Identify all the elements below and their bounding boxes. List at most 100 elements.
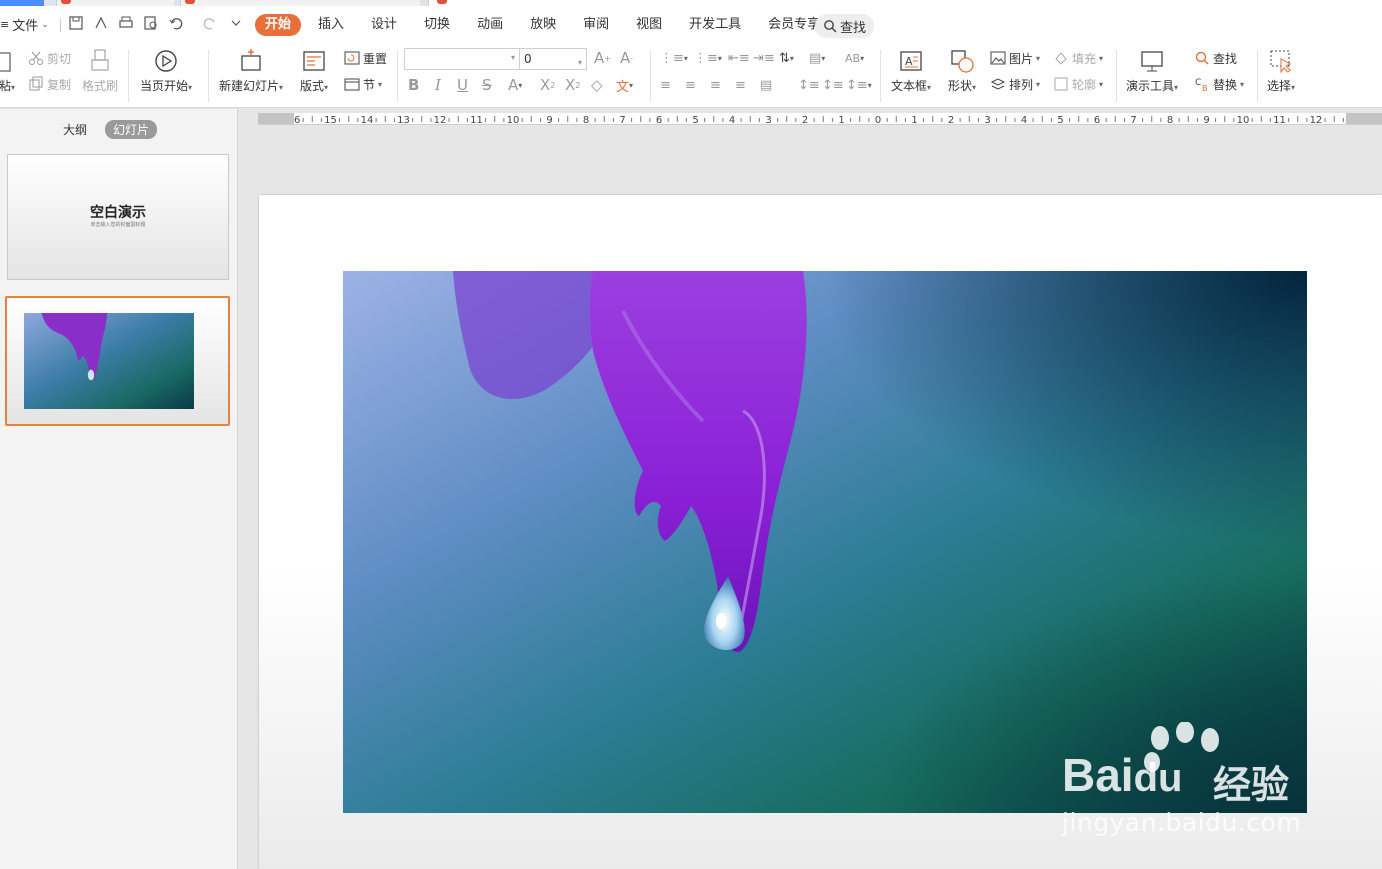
ruler-label: 15 <box>324 115 337 125</box>
italic-icon[interactable]: I <box>435 75 441 95</box>
chevron-down-icon: ⌄ <box>41 19 49 30</box>
ruler-label: 0 <box>875 115 881 125</box>
numbered-list-icon[interactable]: ⋮≡ ▾ <box>694 48 722 68</box>
tab-insert[interactable]: 插入 <box>308 14 354 36</box>
cut-button[interactable]: 剪切 <box>28 48 71 68</box>
tab-developer[interactable]: 开发工具 <box>679 14 751 36</box>
new-slide-button[interactable]: 新建幻灯片▾ <box>219 48 283 94</box>
line-spacing-icon[interactable]: ↕≡ <box>798 75 820 95</box>
decrease-indent-icon[interactable]: ⇤≡ <box>728 48 750 68</box>
sort-icon[interactable]: ⇅ ▾ <box>779 48 794 68</box>
slide-thumbnail-1[interactable]: 空白演示 单击输入您的封面副标题 <box>7 154 229 280</box>
play-icon <box>155 50 177 72</box>
play-from-current-button[interactable]: 当页开始▾ <box>140 48 192 94</box>
fill-label: 填充 <box>1072 51 1097 66</box>
shape-button[interactable]: 形状▾ <box>948 48 976 94</box>
save-icon[interactable] <box>68 15 84 31</box>
tab-animations[interactable]: 动画 <box>467 14 513 36</box>
tab-start[interactable]: 开始 <box>255 14 302 36</box>
layout-button[interactable]: 版式▾ <box>300 48 328 94</box>
outline-button[interactable]: 轮廓 ▾ <box>1053 74 1103 94</box>
spacing-options-icon[interactable]: ↕≡ ▾ <box>846 75 872 95</box>
find-button[interactable]: 查找 <box>1194 48 1237 68</box>
shape-label: 形状 <box>948 79 973 93</box>
clear-format-icon[interactable]: ◇ <box>591 75 603 95</box>
slide-thumbnail-2[interactable] <box>5 296 230 426</box>
tab-transitions[interactable]: 切换 <box>414 14 460 36</box>
file-menu[interactable]: ≡ 文件 ⌄ <box>0 15 49 34</box>
bold-icon[interactable]: B <box>408 75 419 95</box>
distributed-icon[interactable]: ▤ <box>760 75 772 95</box>
paragraph-spacing-icon[interactable]: ↕≡ <box>822 75 844 95</box>
ruler-label: 1 <box>838 115 844 125</box>
superscript-icon[interactable]: X2 <box>540 75 555 95</box>
replace-icon: CB <box>1195 78 1208 92</box>
tab-view[interactable]: 视图 <box>626 14 672 36</box>
underline-icon[interactable]: U <box>457 75 468 95</box>
align-right-icon[interactable]: ≡ <box>710 75 721 95</box>
presentation-tools-icon <box>1141 51 1163 72</box>
tab-outline[interactable]: 大纲 <box>55 120 95 139</box>
ruler-label: 9 <box>546 115 552 125</box>
tab-design[interactable]: 设计 <box>361 14 407 36</box>
slide-panel: 大纲 幻灯片 空白演示 单击输入您的封面副标题 <box>0 109 238 869</box>
redo-icon[interactable] <box>202 15 218 31</box>
justify-icon[interactable]: ≡ <box>735 75 746 95</box>
increase-font-size-icon[interactable]: A + <box>594 48 611 68</box>
align-center-icon[interactable]: ≡ <box>685 75 696 95</box>
slide-thumbnail-subtitle: 单击输入您的封面副标题 <box>90 222 146 228</box>
tab-review[interactable]: 审阅 <box>573 14 619 36</box>
format-painter-icon <box>91 49 109 71</box>
phonetic-guide-icon[interactable]: 文 ▾ <box>616 75 633 95</box>
hamburger-icon: ≡ <box>0 18 10 31</box>
replace-button[interactable]: CB 替换 ▾ <box>1194 74 1244 94</box>
shape-icon <box>951 50 974 73</box>
strikethrough-icon[interactable]: S <box>482 75 492 95</box>
text-direction-icon[interactable]: AB ▾ <box>845 48 864 68</box>
subscript-icon[interactable]: X2 <box>565 75 580 95</box>
svg-text:A: A <box>905 55 913 68</box>
tab-slides[interactable]: 幻灯片 <box>105 120 158 139</box>
ruler-scale: 1615141312111098765432101234567891011121… <box>288 115 1381 125</box>
presentation-tools-button[interactable]: 演示工具▾ <box>1126 48 1178 94</box>
bullet-list-icon[interactable]: ⋮≡ ▾ <box>660 48 688 68</box>
scissors-icon <box>29 51 43 65</box>
align-left-icon[interactable]: ≡ <box>660 75 671 95</box>
customize-toolbar-icon[interactable] <box>228 15 244 31</box>
print-preview-icon[interactable] <box>143 15 159 31</box>
file-menu-label: 文件 <box>12 19 39 34</box>
arrange-button[interactable]: 排列 ▾ <box>990 74 1040 94</box>
paste-button[interactable]: 粘▾ <box>0 48 20 94</box>
select-button[interactable]: 选择▾ <box>1267 48 1295 94</box>
font-size-select[interactable]: 0 ▾ <box>519 48 587 70</box>
ruler-label: 5 <box>1057 115 1063 125</box>
export-icon[interactable] <box>93 15 109 31</box>
ruler-label: 11 <box>1273 115 1286 125</box>
decrease-font-size-icon[interactable]: A- <box>620 48 633 68</box>
presentation-tools-label: 演示工具 <box>1126 79 1175 93</box>
paste-label: 粘 <box>0 79 11 93</box>
ruler-label: 10 <box>507 115 520 125</box>
font-name-select[interactable]: ▾ <box>404 48 520 70</box>
undo-icon[interactable] <box>168 15 184 31</box>
increase-indent-icon[interactable]: ⇥≡ <box>753 48 775 68</box>
ruler-label: 1 <box>911 115 917 125</box>
picture-button[interactable]: 图片 ▾ <box>990 48 1040 68</box>
ruler-label: 14 <box>361 115 374 125</box>
copy-button[interactable]: 复制 <box>28 74 71 94</box>
print-icon[interactable] <box>118 15 134 31</box>
search-button[interactable]: 查找 <box>815 14 875 38</box>
format-painter-button[interactable]: 格式刷 <box>82 48 118 94</box>
fill-button[interactable]: 填充 ▾ <box>1053 48 1103 68</box>
section-button[interactable]: 节 ▾ <box>344 74 382 94</box>
arrange-icon <box>990 78 1006 90</box>
columns-icon[interactable]: ▤ ▾ <box>809 48 825 68</box>
tab-slideshow[interactable]: 放映 <box>520 14 566 36</box>
section-label: 节 <box>363 77 376 92</box>
font-color-icon[interactable]: A ▾ <box>508 75 522 95</box>
layout-label: 版式 <box>300 79 325 93</box>
picture-icon <box>990 51 1006 65</box>
reset-button[interactable]: 重置 <box>344 48 387 68</box>
textbox-button[interactable]: A 文本框▾ <box>891 48 931 94</box>
divider <box>1257 50 1258 102</box>
